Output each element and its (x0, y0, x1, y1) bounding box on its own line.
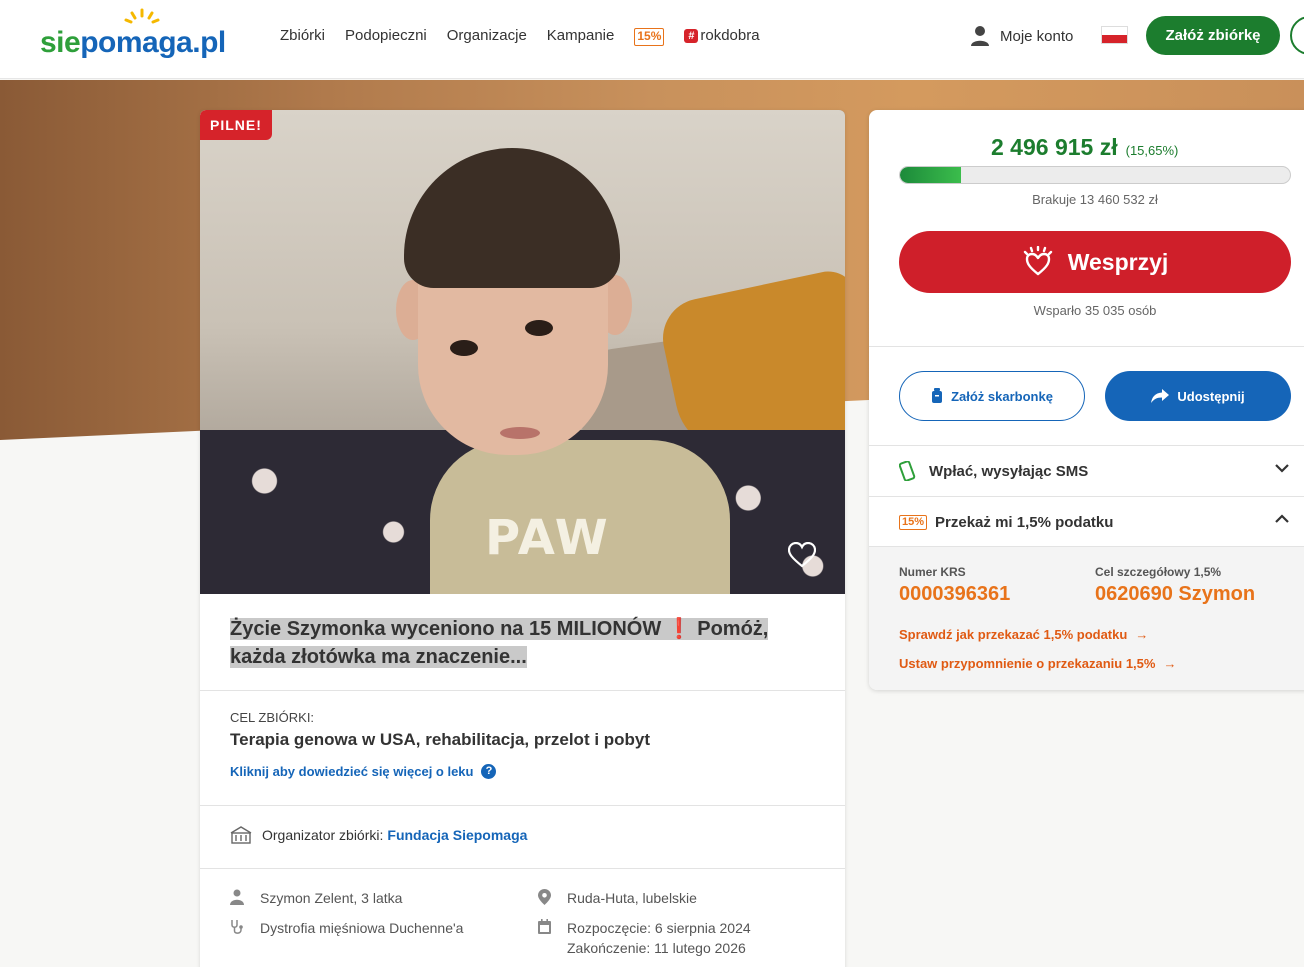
campaign-title: Życie Szymonka wyceniono na 15 MILIONÓW … (230, 615, 810, 671)
account-label: Moje konto (1000, 27, 1074, 45)
moneybox-icon (932, 388, 943, 403)
logo-part-1: sie (40, 26, 81, 59)
site-logo[interactable]: sie pomaga .pl (40, 8, 226, 60)
divider (200, 805, 845, 806)
campaign-card: PAW PILNE! Życie Szymonka wyceniono na 1… (200, 110, 845, 967)
divider (869, 346, 1304, 347)
urgent-badge: PILNE! (200, 110, 272, 140)
sun-icon (124, 8, 160, 24)
create-campaign-button[interactable]: Załóż zbiórkę (1146, 16, 1280, 55)
progress-bar (899, 166, 1291, 184)
nav-item-15-percent[interactable]: 15% (634, 28, 665, 46)
target-label: Cel szczegółowy 1,5% (1095, 565, 1222, 579)
progress-fill (900, 167, 962, 183)
sms-accordion[interactable]: Wpłać, wysyłając SMS (899, 459, 1289, 483)
divider (869, 445, 1304, 446)
location-info: Ruda-Huta, lubelskie (538, 888, 697, 908)
beneficiary-info: Szymon Zelent, 3 latka (230, 888, 402, 908)
target-value[interactable]: 0620690 Szymon (1095, 583, 1255, 606)
share-arrow-icon (1151, 389, 1170, 403)
organization-icon (230, 826, 252, 844)
logo-part-3: .pl (192, 26, 226, 59)
create-moneybox-button[interactable]: Załóż skarbonkę (899, 371, 1085, 421)
support-button-label: Wesprzyj (1067, 248, 1169, 275)
exclamation-icon: ❗ (666, 618, 692, 640)
arrow-right-icon: → (1163, 656, 1177, 671)
nav-item-kampanie[interactable]: Kampanie (547, 26, 615, 46)
share-button[interactable]: Udostępnij (1105, 371, 1291, 421)
donation-card: 2 496 915 zł (15,65%) Brakuje 13 460 532… (869, 110, 1304, 690)
title-part-1: Życie Szymonka wyceniono na 15 MILIONÓW (230, 618, 662, 640)
goal-text: Terapia genowa w USA, rehabilitacja, prz… (230, 730, 651, 749)
location-text: Ruda-Huta, lubelskie (567, 890, 697, 906)
shirt-print: PAW (485, 510, 610, 566)
sms-label: Wpłać, wysyłając SMS (929, 462, 1089, 480)
nav-hashtag-label: rokdobra (700, 27, 760, 44)
diagnosis-info: Dystrofia mięśniowa Duchenne'a (230, 918, 463, 938)
tax-reminder-label: Ustaw przypomnienie o przekazaniu 1,5% (899, 656, 1156, 671)
tax-details: Numer KRS 0000396361 Cel szczegółowy 1,5… (869, 547, 1304, 690)
moneybox-label: Załóż skarbonkę (951, 388, 1053, 404)
nav-item-zbiorki[interactable]: Zbiórki (280, 26, 325, 46)
amount-percent: (15,65%) (1125, 143, 1179, 158)
goal-label: CEL ZBIÓRKI: (230, 710, 315, 725)
nav-item-organizacje[interactable]: Organizacje (447, 26, 527, 46)
share-label: Udostępnij (1177, 388, 1245, 404)
hashtag-icon: # (684, 29, 699, 43)
divider (200, 690, 845, 691)
divider (869, 496, 1304, 497)
nav-item-podopieczni[interactable]: Podopieczni (345, 26, 427, 46)
arrow-right-icon: → (1135, 627, 1149, 642)
krs-value[interactable]: 0000396361 (899, 583, 1010, 606)
tax-how-label: Sprawdź jak przekazać 1,5% podatku (899, 627, 1128, 642)
end-date: Zakończenie: 11 lutego 2026 (567, 940, 746, 956)
divider (200, 868, 845, 869)
phone-icon (899, 461, 916, 481)
krs-label: Numer KRS (899, 565, 966, 579)
amount-value: 2 496 915 zł (991, 134, 1118, 160)
logo-part-2: pomaga (80, 26, 193, 59)
diagnosis-text: Dystrofia mięśniowa Duchenne'a (260, 920, 464, 936)
calendar-icon (538, 919, 551, 934)
organizer-row: Organizator zbiórki: Fundacja Siepomaga (230, 826, 527, 844)
medicine-info-link[interactable]: Kliknij aby dowiedzieć się więcej o leku… (230, 764, 497, 779)
person-icon (230, 889, 244, 905)
campaign-photo: PAW PILNE! (200, 110, 845, 594)
supporters-count: Wsparło 35 035 osób (1033, 303, 1157, 318)
tax-how-link[interactable]: Sprawdź jak przekazać 1,5% podatku → (899, 627, 1148, 642)
chevron-down-icon (1275, 464, 1289, 473)
missing-amount: Brakuje 13 460 532 zł (1032, 192, 1158, 207)
collected-amount: 2 496 915 zł (15,65%) (991, 134, 1178, 161)
heart-icon[interactable] (788, 542, 816, 568)
stethoscope-icon (231, 920, 243, 934)
tax-reminder-link[interactable]: Ustaw przypomnienie o przekazaniu 1,5% → (899, 656, 1176, 671)
user-icon (971, 26, 989, 46)
header-extra-button[interactable] (1290, 16, 1304, 55)
language-flag-pl[interactable] (1101, 26, 1128, 44)
start-date: Rozpoczęcie: 6 sierpnia 2024 (567, 920, 751, 936)
tax-accordion[interactable]: 15% Przekaż mi 1,5% podatku (899, 510, 1289, 534)
beneficiary-text: Szymon Zelent, 3 latka (260, 890, 403, 906)
medicine-info-label: Kliknij aby dowiedzieć się więcej o leku (230, 764, 474, 779)
organizer-label: Organizator zbiórki: (262, 827, 384, 843)
tax-label: Przekaż mi 1,5% podatku (935, 513, 1114, 531)
main-nav: Zbiórki Podopieczni Organizacje Kampanie… (280, 26, 780, 46)
account-link[interactable]: Moje konto (970, 25, 1073, 47)
organizer-link[interactable]: Fundacja Siepomaga (387, 827, 527, 843)
nav-item-rokdobra[interactable]: # rokdobra (684, 26, 760, 46)
tax-percent-icon: 15% (899, 514, 928, 530)
location-pin-icon (538, 889, 551, 905)
heart-hands-icon (1023, 246, 1052, 276)
support-button[interactable]: Wesprzyj (899, 231, 1291, 293)
site-header: sie pomaga .pl Zbiórki Podopieczni Organiz… (0, 0, 1304, 79)
dates-info: Rozpoczęcie: 6 sierpnia 2024 Zakończenie… (538, 918, 751, 958)
question-icon: ? (481, 764, 497, 779)
chevron-up-icon (1275, 514, 1289, 523)
